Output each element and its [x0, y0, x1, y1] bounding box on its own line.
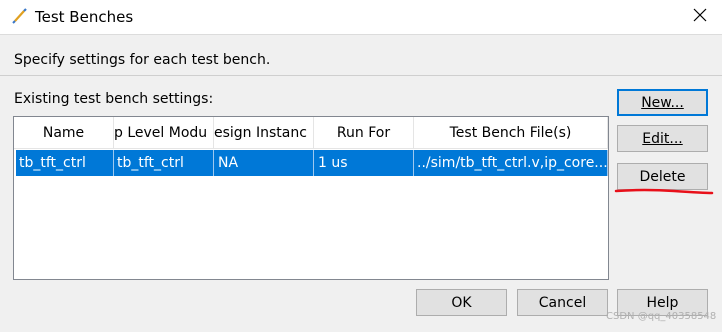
cancel-button-label: Cancel — [538, 294, 587, 311]
dialog-body: Specify settings for each test bench. Ex… — [0, 34, 722, 332]
cell-name: tb_tft_ctrl — [16, 150, 114, 176]
cell-design-instance: NA — [214, 150, 314, 176]
cell-top-level-module: tb_tft_ctrl — [114, 150, 214, 176]
edit-button[interactable]: Edit... — [617, 125, 708, 152]
edit-button-label: Edit... — [642, 130, 683, 147]
delete-button[interactable]: Delete — [617, 163, 708, 190]
instructions-text: Specify settings for each test bench. — [14, 52, 271, 68]
pencil-wand-icon — [12, 8, 28, 24]
new-button[interactable]: New... — [617, 89, 708, 116]
new-button-label: New... — [641, 94, 684, 111]
column-header-design-instance[interactable]: esign Instanc — [214, 117, 314, 149]
section-label: Existing test bench settings: — [14, 91, 214, 107]
watermark: CSDN @qq_40358548 — [606, 311, 717, 322]
cell-run-for: 1 us — [314, 150, 414, 176]
title-bar: Test Benches — [0, 0, 722, 34]
window-title: Test Benches — [35, 8, 134, 26]
cell-test-bench-files: ../sim/tb_tft_ctrl.v,ip_core... — [414, 150, 608, 176]
table-header: Name p Level Modu esign Instanc Run For … — [14, 117, 608, 149]
delete-button-label: Delete — [639, 168, 686, 185]
column-header-top-level-module[interactable]: p Level Modu — [114, 117, 214, 149]
instructions-band: Specify settings for each test bench. — [0, 35, 722, 76]
help-button-label: Help — [646, 294, 679, 311]
close-button[interactable] — [686, 4, 714, 30]
column-header-run-for[interactable]: Run For — [314, 117, 414, 149]
ok-button[interactable]: OK — [416, 289, 507, 316]
close-icon — [693, 8, 707, 26]
cancel-button[interactable]: Cancel — [517, 289, 608, 316]
ok-button-label: OK — [451, 294, 472, 311]
table-row[interactable]: tb_tft_ctrl tb_tft_ctrl NA 1 us ../sim/t… — [16, 150, 608, 176]
column-header-name[interactable]: Name — [14, 117, 114, 149]
column-header-test-bench-files[interactable]: Test Bench File(s) — [414, 117, 608, 149]
test-bench-table[interactable]: Name p Level Modu esign Instanc Run For … — [13, 116, 609, 280]
